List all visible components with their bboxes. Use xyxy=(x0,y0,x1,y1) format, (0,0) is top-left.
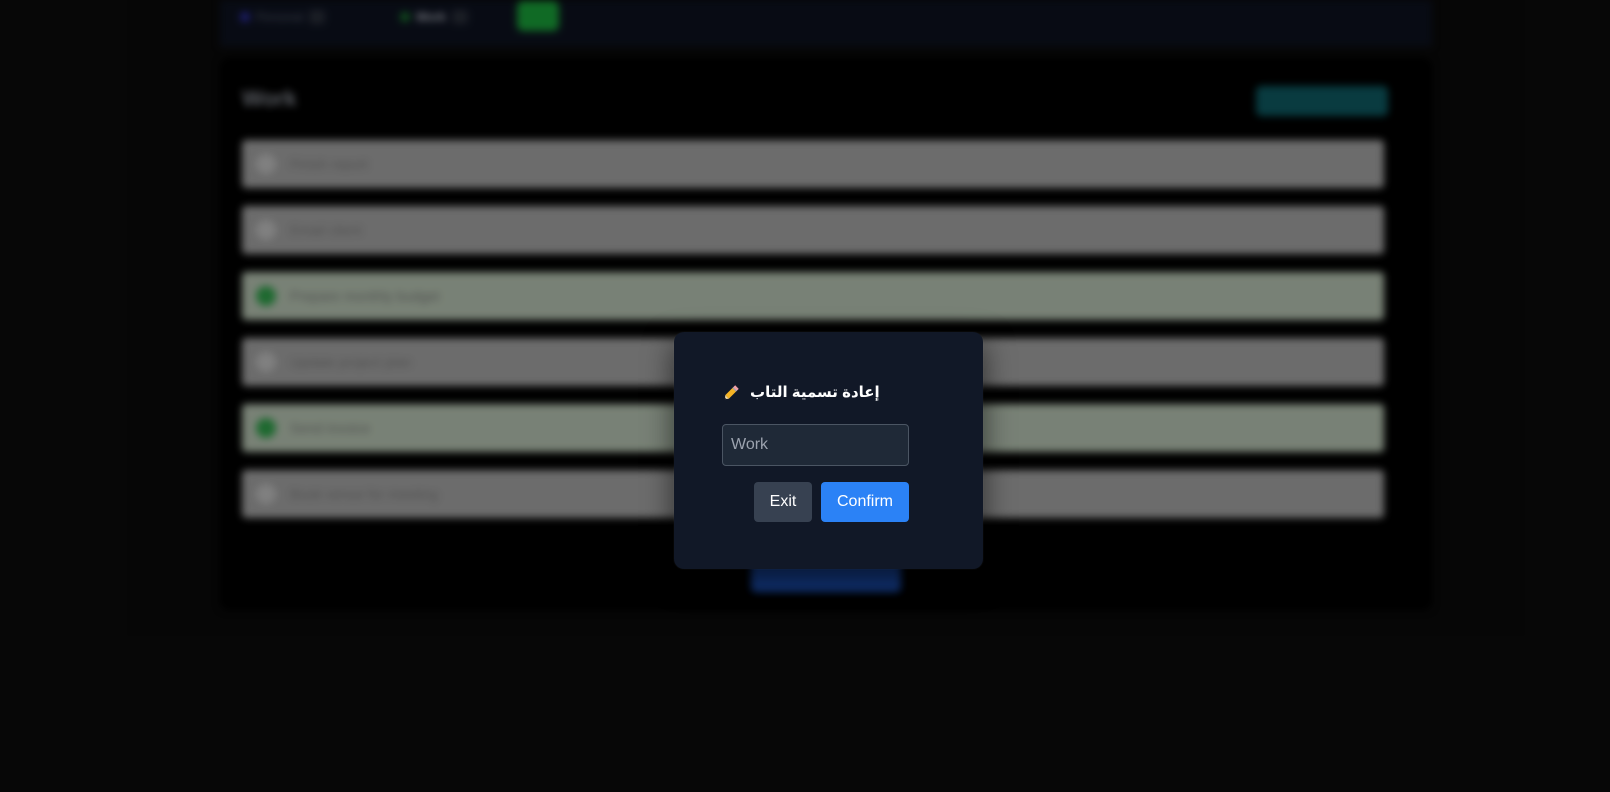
dialog-title: إعادة تسمية التاب xyxy=(722,382,880,402)
pencil-icon xyxy=(722,382,742,402)
tab-name-input[interactable] xyxy=(722,424,909,466)
rename-tab-dialog: إعادة تسمية التاب Exit Confirm xyxy=(674,332,983,569)
dialog-title-text: إعادة تسمية التاب xyxy=(750,384,880,401)
exit-button[interactable]: Exit xyxy=(754,482,812,522)
confirm-button[interactable]: Confirm xyxy=(821,482,909,522)
